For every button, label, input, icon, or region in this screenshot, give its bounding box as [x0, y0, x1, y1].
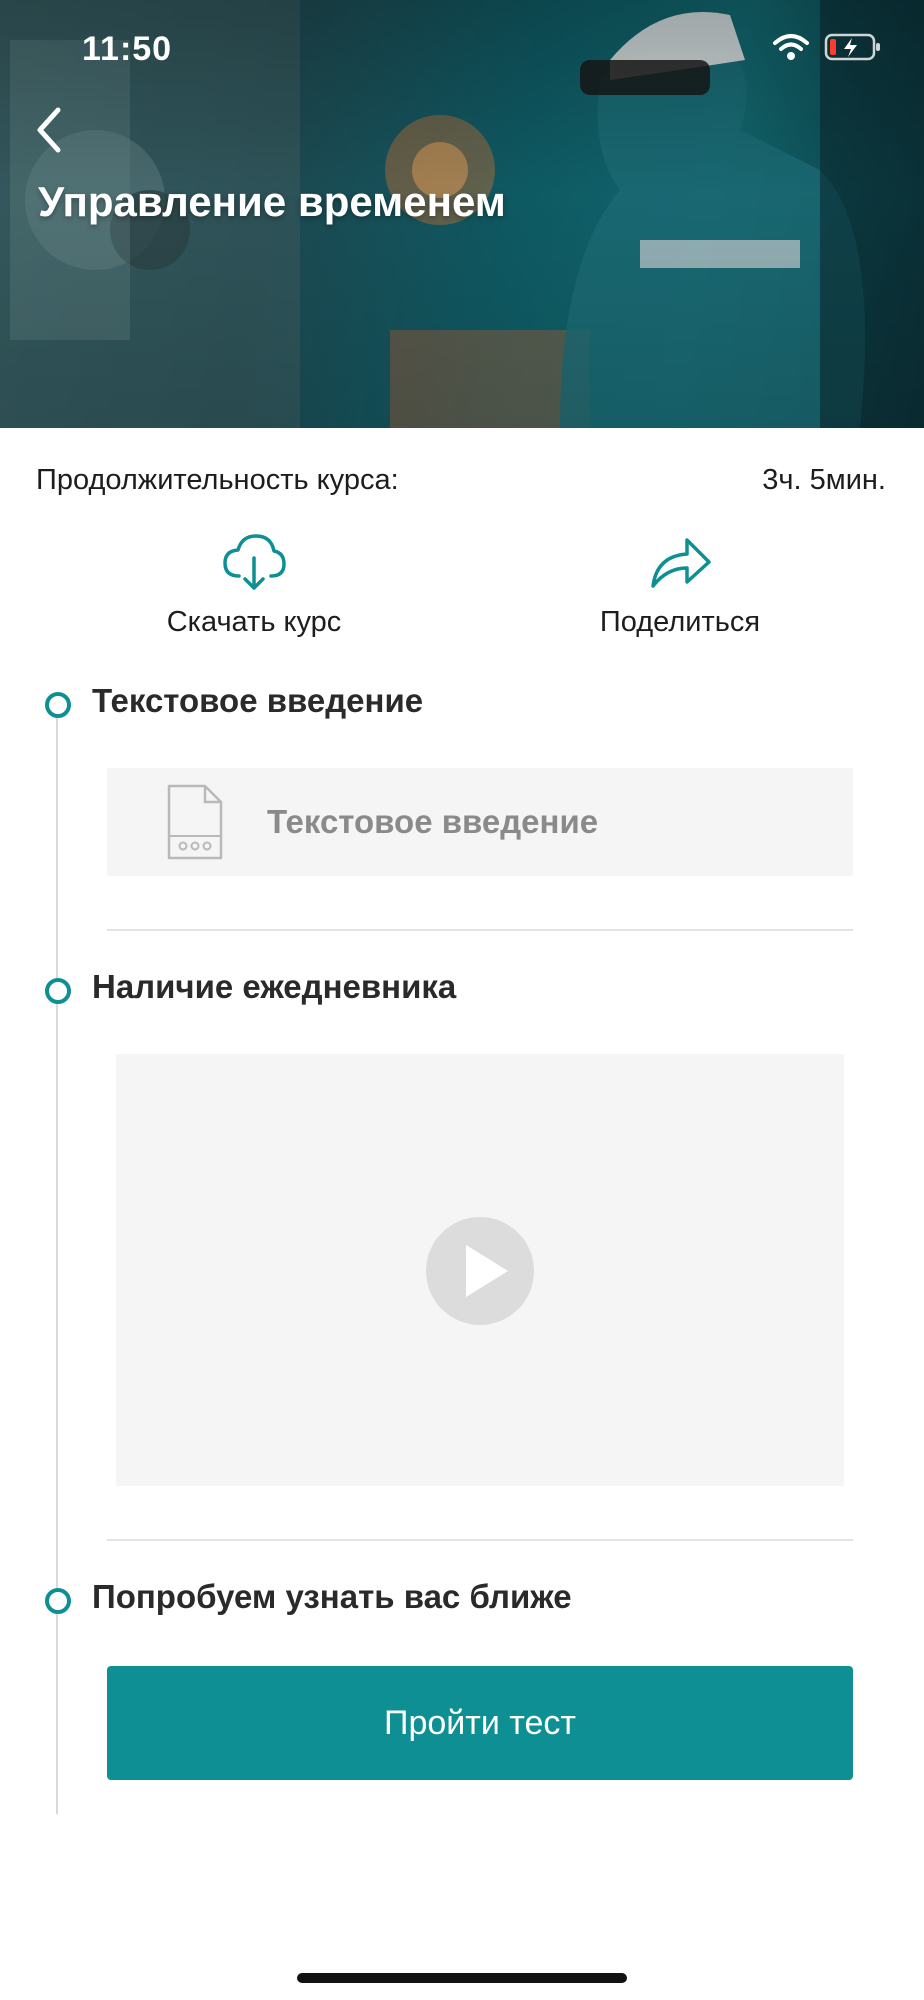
text-intro-card[interactable]: Текстовое введение [107, 768, 853, 876]
play-icon [466, 1245, 508, 1297]
duration-value: 3ч. 5мин. [762, 464, 886, 496]
course-hero-image: 11:50 Управление временем [0, 0, 924, 428]
take-test-button[interactable]: Пройти тест [107, 1666, 853, 1780]
text-intro-card-label: Текстовое введение [267, 803, 599, 840]
section-title: Текстовое введение [92, 682, 424, 719]
download-course-button[interactable]: Скачать курс [104, 530, 404, 639]
battery-icon [824, 33, 880, 61]
section-divider [107, 929, 853, 931]
download-course-label: Скачать курс [166, 606, 342, 638]
wifi-icon [773, 34, 809, 60]
back-icon [37, 107, 61, 153]
play-button[interactable] [426, 1217, 534, 1325]
timeline-dot [45, 1588, 71, 1614]
status-time: 11:50 [82, 30, 173, 68]
home-indicator [297, 1973, 627, 1983]
timeline-line [56, 706, 58, 1814]
back-button[interactable] [30, 100, 70, 160]
share-button[interactable]: Поделиться [530, 530, 830, 639]
section-divider [107, 1539, 853, 1541]
timeline-dot [45, 692, 71, 718]
section-title: Наличие ежедневника [92, 968, 457, 1005]
video-player[interactable] [116, 1054, 844, 1486]
course-duration-row: Продолжительность курса: 3ч. 5мин. [36, 464, 886, 497]
share-icon [651, 538, 711, 588]
status-icons [772, 32, 882, 62]
cloud-download-icon [223, 534, 286, 590]
duration-label: Продолжительность курса: [36, 464, 399, 496]
document-icon [167, 784, 223, 860]
share-label: Поделиться [599, 606, 761, 638]
timeline-dot [45, 978, 71, 1004]
course-title: Управление временем [38, 178, 506, 225]
section-title: Попробуем узнать вас ближе [92, 1578, 572, 1615]
